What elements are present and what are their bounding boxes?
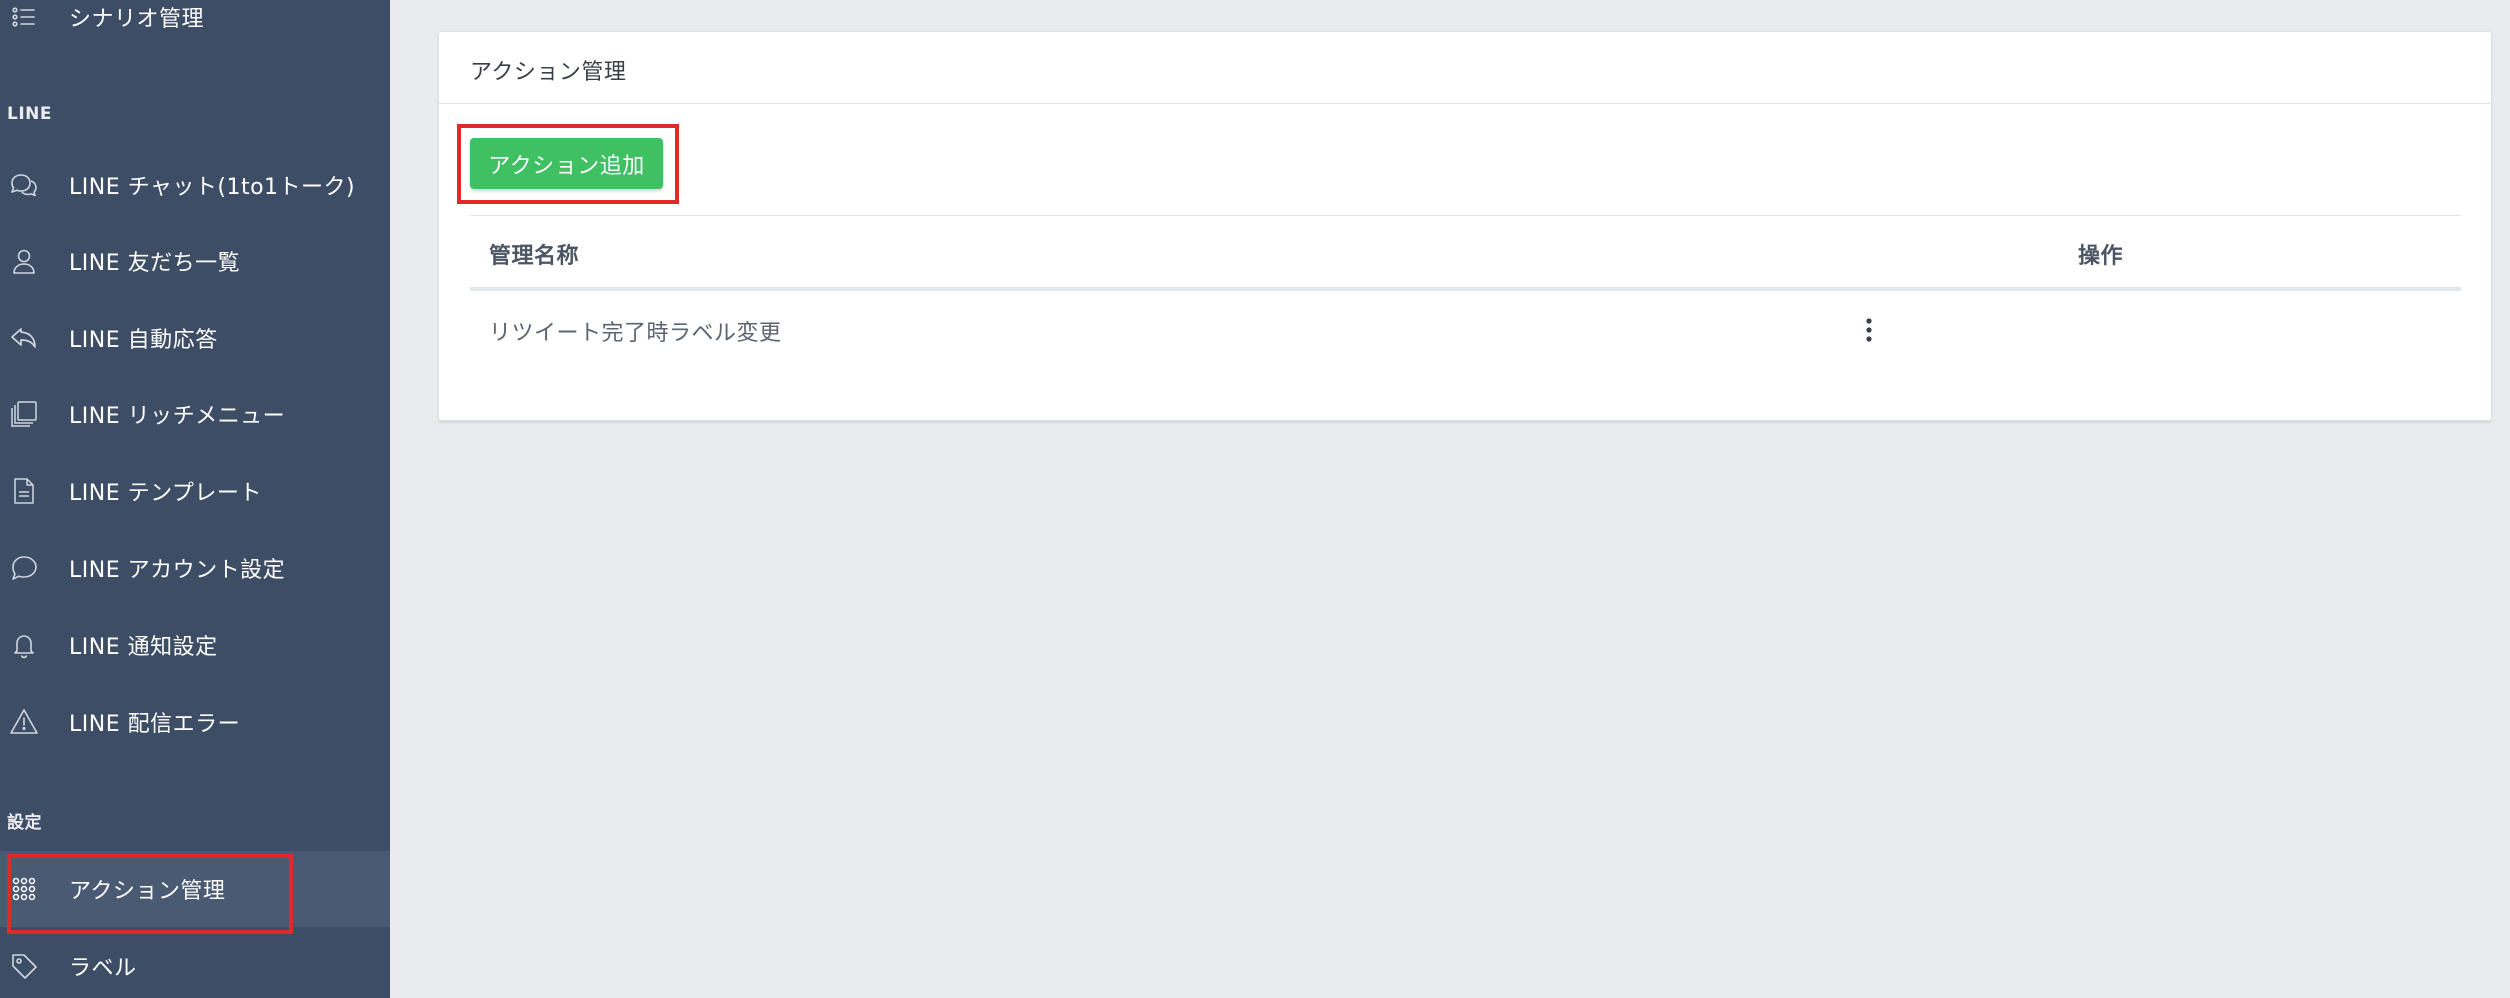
- sidebar-item-scenario[interactable]: シナリオ管理: [0, 0, 390, 55]
- sidebar-item-label: ラベル: [69, 956, 137, 981]
- sidebar-item-line-autoreply[interactable]: LINE 自動応答: [0, 300, 390, 376]
- sidebar-item-line-account[interactable]: LINE アカウント設定: [0, 530, 390, 606]
- card-header: アクション管理: [439, 32, 2491, 104]
- sidebar-item-label: アクション管理: [69, 879, 226, 904]
- sidebar-item-labels[interactable]: ラベル: [0, 928, 390, 998]
- action-management-card: アクション管理 アクション追加 管理名称 操作 リツイート完了時ラベル変更: [438, 31, 2492, 421]
- chat-bubbles-icon: [9, 170, 39, 200]
- sidebar-item-label: LINE 自動応答: [69, 328, 218, 353]
- kebab-menu-icon[interactable]: [1854, 313, 1884, 347]
- list-icon: [9, 2, 39, 32]
- speech-bubble-icon: [9, 553, 39, 583]
- user-icon: [9, 246, 39, 276]
- document-icon: [9, 476, 39, 506]
- sidebar-item-line-friends[interactable]: LINE 友だち一覧: [0, 223, 390, 299]
- table-row: リツイート完了時ラベル変更: [470, 291, 2461, 369]
- sidebar-item-line-chat[interactable]: LINE チャット(1to1トーク): [0, 147, 390, 223]
- tag-icon: [9, 951, 39, 981]
- warning-icon: [9, 707, 39, 737]
- sidebar-item-action-management[interactable]: アクション管理: [0, 851, 390, 927]
- sidebar-item-label: LINE リッチメニュー: [69, 404, 286, 429]
- sidebar-item-label: LINE テンプレート: [69, 481, 262, 506]
- sidebar-section-settings: 設定: [7, 813, 42, 833]
- sidebar-item-line-notify[interactable]: LINE 通知設定: [0, 607, 390, 683]
- sidebar-item-label: LINE アカウント設定: [69, 558, 286, 583]
- row-name: リツイート完了時ラベル変更: [489, 321, 782, 346]
- table-divider: [470, 215, 2461, 216]
- grid-dots-icon: [9, 874, 39, 904]
- sidebar-item-line-richmenu[interactable]: LINE リッチメニュー: [0, 376, 390, 452]
- sidebar-item-label: シナリオ管理: [69, 7, 205, 32]
- column-header-operations: 操作: [2078, 244, 2124, 269]
- bell-icon: [9, 630, 39, 660]
- reply-icon: [9, 323, 39, 353]
- layers-icon: [9, 399, 39, 429]
- sidebar-section-line: LINE: [7, 104, 52, 124]
- page-title: アクション管理: [470, 60, 627, 85]
- sidebar-item-label: LINE チャット(1to1トーク): [69, 175, 356, 200]
- sidebar-item-line-errors[interactable]: LINE 配信エラー: [0, 684, 390, 760]
- sidebar-item-label: LINE 友だち一覧: [69, 251, 241, 276]
- sidebar-item-label: LINE 通知設定: [69, 635, 218, 660]
- sidebar-item-label: LINE 配信エラー: [69, 712, 241, 737]
- sidebar-item-line-template[interactable]: LINE テンプレート: [0, 453, 390, 529]
- add-action-button[interactable]: アクション追加: [470, 138, 663, 189]
- column-header-name: 管理名称: [489, 244, 580, 269]
- sidebar: シナリオ管理 LINE LINE チャット(1to1トーク) LINE 友だち一…: [0, 0, 390, 998]
